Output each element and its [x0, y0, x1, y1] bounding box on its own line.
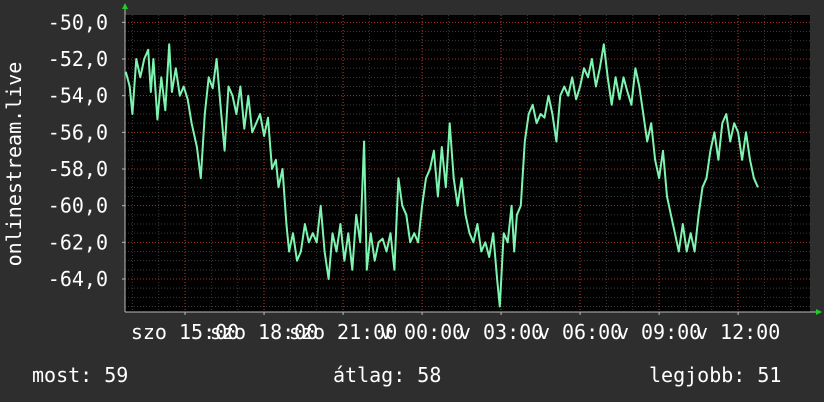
x-tick-label: v 03:00	[459, 320, 543, 344]
stat-best: legjobb: 51	[649, 363, 782, 387]
y-tick-label: -54,0	[48, 84, 108, 108]
stat-average: átlag: 58	[333, 363, 442, 387]
plot-area	[125, 15, 810, 312]
x-tick-label: v 12:00	[696, 320, 780, 344]
y-tick-label: -52,0	[48, 47, 108, 71]
line-chart: -50,0 -52,0 -54,0 -56,0 -58,0 -60,0 -62,0 -64,0…	[48, 3, 822, 344]
y-tick-labels: -50,0 -52,0 -54,0 -56,0 -58,0 -60,0 -62,0 -64,0	[48, 10, 125, 291]
y-tick-label: -50,0	[48, 10, 108, 34]
y-axis-label: onlinestream.live	[2, 61, 26, 267]
y-tick-label: -56,0	[48, 120, 108, 144]
x-axis-arrow	[816, 309, 822, 315]
y-axis-arrow	[122, 3, 128, 9]
y-tick-label: -58,0	[48, 157, 108, 181]
x-tick-label: v 00:00	[380, 320, 464, 344]
y-tick-label: -62,0	[48, 230, 108, 254]
y-tick-label: -60,0	[48, 194, 108, 218]
stat-current: most: 59	[32, 363, 129, 387]
x-tick-label: v 06:00	[538, 320, 622, 344]
x-tick-label: v 09:00	[617, 320, 701, 344]
x-tick-labels: szo 15:00szo 18:00szo 21:00v 00:00v 03:0…	[131, 312, 780, 344]
y-tick-label: -64,0	[48, 267, 108, 291]
